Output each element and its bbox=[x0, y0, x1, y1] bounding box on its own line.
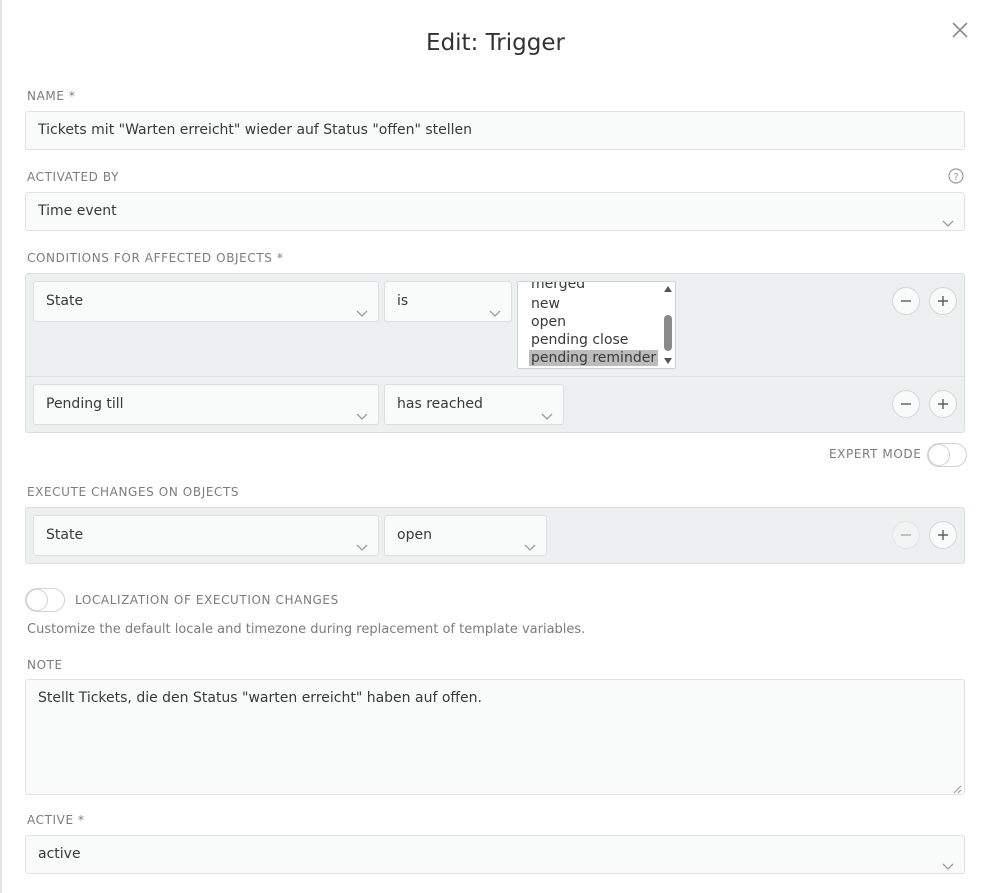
active-value: active bbox=[38, 846, 81, 862]
state-option-pending-reminder[interactable]: pending reminder bbox=[529, 350, 659, 366]
add-condition-button-2[interactable] bbox=[929, 390, 957, 418]
activated-by-select[interactable]: Time event bbox=[25, 192, 965, 231]
note-label: NOTE bbox=[27, 658, 63, 672]
chevron-down-icon bbox=[356, 295, 368, 317]
activated-by-value: Time event bbox=[38, 203, 117, 219]
active-label: ACTIVE * bbox=[27, 813, 85, 827]
name-label: NAME * bbox=[27, 89, 76, 103]
chevron-down-icon bbox=[942, 849, 954, 870]
chevron-down-icon bbox=[489, 295, 501, 317]
remove-condition-button-2[interactable] bbox=[892, 390, 920, 418]
state-option-new[interactable]: new bbox=[531, 296, 560, 312]
condition-attribute-value-2: Pending till bbox=[46, 396, 124, 412]
expert-mode-label: EXPERT MODE bbox=[829, 447, 922, 461]
remove-condition-button[interactable] bbox=[892, 287, 920, 315]
condition-operator-value: is bbox=[397, 293, 409, 309]
execute-value: open bbox=[397, 527, 432, 543]
condition-attribute-select[interactable]: State bbox=[33, 281, 379, 322]
chevron-down-icon bbox=[356, 398, 368, 420]
state-option-merged[interactable]: merged bbox=[531, 282, 585, 292]
multiselect-scrollbar[interactable] bbox=[663, 284, 673, 366]
execute-attribute-value: State bbox=[46, 527, 84, 543]
execute-label: EXECUTE CHANGES ON OBJECTS bbox=[27, 485, 240, 499]
name-input-value: Tickets mit "Warten erreicht" wieder auf… bbox=[38, 122, 473, 138]
expert-mode-toggle[interactable] bbox=[927, 443, 967, 467]
conditions-label: CONDITIONS FOR AFFECTED OBJECTS * bbox=[27, 251, 284, 265]
activated-by-label: ACTIVATED BY bbox=[27, 170, 120, 184]
chevron-down-icon bbox=[942, 206, 954, 227]
toggle-knob bbox=[928, 444, 950, 466]
modal-edge bbox=[0, 0, 2, 893]
svg-text:?: ? bbox=[953, 172, 958, 183]
execute-attribute-select[interactable]: State bbox=[33, 515, 379, 556]
condition-operator-value-2: has reached bbox=[397, 396, 483, 412]
state-option-pending-close[interactable]: pending close bbox=[531, 332, 628, 348]
condition-attribute-value: State bbox=[46, 293, 84, 309]
row-divider bbox=[26, 376, 964, 377]
dialog-title: Edit: Trigger bbox=[426, 30, 565, 56]
add-condition-button[interactable] bbox=[929, 287, 957, 315]
condition-operator-select-2[interactable]: has reached bbox=[384, 384, 564, 425]
resize-handle-icon[interactable] bbox=[952, 782, 962, 794]
localization-toggle[interactable] bbox=[25, 588, 65, 612]
close-icon[interactable] bbox=[950, 20, 970, 40]
localization-label: LOCALIZATION OF EXECUTION CHANGES bbox=[75, 593, 339, 607]
chevron-down-icon bbox=[356, 529, 368, 551]
help-icon[interactable]: ? bbox=[948, 168, 964, 184]
conditions-box: State is merged new open pending close p… bbox=[25, 273, 965, 433]
condition-attribute-select-2[interactable]: Pending till bbox=[33, 384, 379, 425]
note-textarea[interactable]: Stellt Tickets, die den Status "warten e… bbox=[25, 679, 965, 795]
state-multiselect[interactable]: merged new open pending close pending re… bbox=[517, 281, 676, 369]
name-input[interactable]: Tickets mit "Warten erreicht" wieder auf… bbox=[25, 111, 965, 150]
localization-description: Customize the default locale and timezon… bbox=[27, 622, 586, 637]
execute-box: State open bbox=[25, 507, 965, 564]
note-value: Stellt Tickets, die den Status "warten e… bbox=[38, 690, 482, 706]
condition-operator-select[interactable]: is bbox=[384, 281, 512, 322]
chevron-down-icon bbox=[541, 398, 553, 420]
toggle-knob bbox=[26, 589, 48, 611]
remove-change-button[interactable] bbox=[892, 521, 920, 549]
chevron-down-icon bbox=[524, 529, 536, 551]
active-select[interactable]: active bbox=[25, 835, 965, 874]
execute-value-select[interactable]: open bbox=[384, 515, 547, 556]
state-option-open[interactable]: open bbox=[531, 314, 566, 330]
add-change-button[interactable] bbox=[929, 521, 957, 549]
